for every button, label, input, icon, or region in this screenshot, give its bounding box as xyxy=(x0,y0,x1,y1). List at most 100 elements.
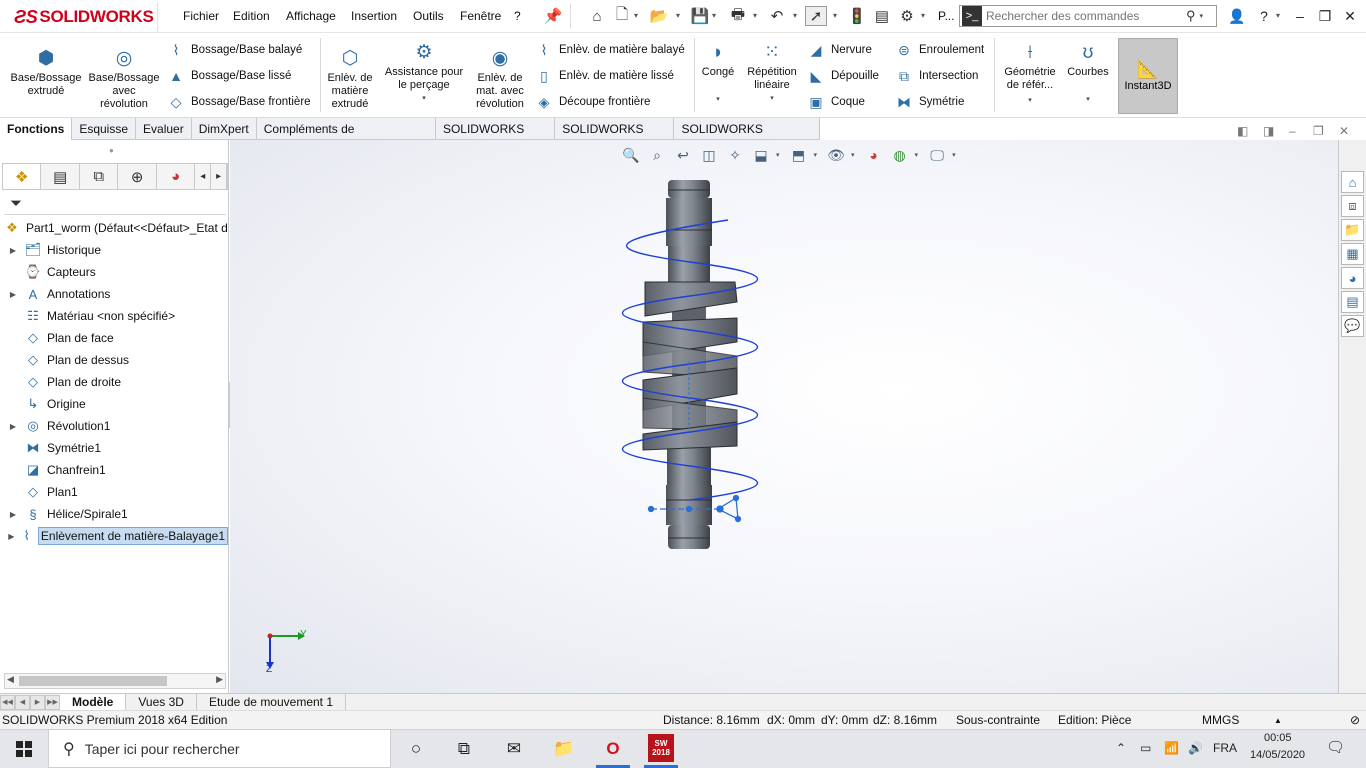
base-bossage-extrude-button[interactable]: ⬢ Base/Bossage extrudé xyxy=(6,46,86,98)
depouille-button[interactable]: ◣ Dépouille xyxy=(806,66,879,86)
battery-icon[interactable]: ▭ xyxy=(1140,741,1151,755)
open-dropdown-icon[interactable]: ▾ xyxy=(676,11,680,20)
solidworks-taskbar-icon[interactable]: SW 2018 xyxy=(648,734,674,762)
tabs-left-icon[interactable]: ◂ xyxy=(195,164,212,189)
volume-icon[interactable]: 🔊 xyxy=(1188,741,1203,755)
print-dropdown-icon[interactable]: ▾ xyxy=(753,11,757,20)
print-icon[interactable]: 🖶 xyxy=(727,6,749,26)
instant3d-button[interactable]: 📐 Instant3D xyxy=(1118,38,1178,114)
worm-model[interactable] xyxy=(230,140,1338,693)
open-folder-icon[interactable]: 📂 xyxy=(648,6,670,26)
geometrie-reference-button[interactable]: ⟊ Géométrie de référ... ▾ xyxy=(1000,40,1060,107)
tree-item[interactable]: ▶ ◎ Révolution1 xyxy=(0,415,228,437)
doc-next-icon[interactable]: ◨ xyxy=(1263,124,1274,138)
tree-item[interactable]: ▶ ⌇ Enlèvement de matière-Balayage1 xyxy=(0,525,228,547)
zoom-to-area-icon[interactable]: ⌕ xyxy=(646,145,668,165)
file-properties-icon[interactable]: ▤ xyxy=(871,6,893,26)
expand-arrow-icon[interactable]: ▶ xyxy=(7,510,19,519)
enlev-balaye-button[interactable]: ⌇ Enlèv. de matière balayé xyxy=(534,40,685,60)
tree-item[interactable]: ⧓ Symétrie1 xyxy=(0,437,228,459)
options-dropdown-icon[interactable]: ▾ xyxy=(921,11,925,20)
select-cursor-icon[interactable]: ➚ xyxy=(805,6,827,26)
notifications-icon[interactable]: 🗨 xyxy=(1326,738,1345,756)
tree-item[interactable]: ◇ Plan1 xyxy=(0,481,228,503)
clock-time[interactable]: 00:05 xyxy=(1264,732,1292,744)
reference-geometry-dropdown-icon[interactable]: ▾ xyxy=(1028,94,1032,107)
undo-icon[interactable]: ↶ xyxy=(766,6,788,26)
dynamic-annotation-icon[interactable]: ✧ xyxy=(724,145,746,165)
scroll-thumb[interactable] xyxy=(19,676,167,686)
tree-item[interactable]: ▶ § Hélice/Spirale1 xyxy=(0,503,228,525)
network-icon[interactable]: 📶 xyxy=(1164,741,1179,755)
options-gear-icon[interactable]: ⚙ xyxy=(896,6,918,26)
coque-button[interactable]: ▣ Coque xyxy=(806,92,865,112)
tab-esquisse[interactable]: Esquisse xyxy=(72,118,137,140)
display-style-dropdown-icon[interactable]: ▾ xyxy=(814,151,818,159)
windows-search-box[interactable]: ⚲ Taper ici pour rechercher xyxy=(48,729,391,768)
apply-scene-icon[interactable]: ◍ xyxy=(889,145,911,165)
mail-icon[interactable]: ✉ xyxy=(499,735,529,763)
nervure-button[interactable]: ◢ Nervure xyxy=(806,40,872,60)
clock-date[interactable]: 14/05/2020 xyxy=(1250,749,1305,761)
expand-arrow-icon[interactable]: ▶ xyxy=(7,422,19,431)
start-button[interactable] xyxy=(0,729,48,768)
menu-edition[interactable]: Edition xyxy=(233,9,270,23)
menu-fichier[interactable]: Fichier xyxy=(183,9,219,23)
previous-view-icon[interactable]: ↩ xyxy=(672,145,694,165)
menu-insertion[interactable]: Insertion xyxy=(351,9,397,23)
decoupe-frontiere-button[interactable]: ◈ Découpe frontière xyxy=(534,92,651,112)
intersection-button[interactable]: ⧉ Intersection xyxy=(894,66,978,86)
hole-wizard-dropdown-icon[interactable]: ▾ xyxy=(422,92,426,105)
pin-icon[interactable]: 📌 xyxy=(542,6,564,26)
solidworks-resources-icon[interactable]: ⌂ xyxy=(1341,171,1364,193)
solidworks-logo[interactable]: ƧS SOLIDWORKS xyxy=(14,6,154,28)
search-icon[interactable]: ⚲ xyxy=(1186,8,1196,24)
cortana-icon[interactable]: ○ xyxy=(401,735,431,763)
user-icon[interactable]: 👤 xyxy=(1226,6,1248,26)
close-icon[interactable]: ✕ xyxy=(1339,6,1361,26)
first-tab-icon[interactable]: ◀◀ xyxy=(0,694,15,710)
tray-expand-icon[interactable]: ⌃ xyxy=(1116,741,1126,755)
save-dropdown-icon[interactable]: ▾ xyxy=(712,11,716,20)
tree-item[interactable]: ◇ Plan de dessus xyxy=(0,349,228,371)
expand-arrow-icon[interactable]: ▶ xyxy=(7,290,19,299)
undo-dropdown-icon[interactable]: ▾ xyxy=(793,11,797,20)
unit-system-dropdown-icon[interactable]: ▲ xyxy=(1274,716,1282,725)
enlev-extrude-button[interactable]: ⬡ Enlèv. de matière extrudé xyxy=(324,46,376,111)
task-view-icon[interactable]: ⧉ xyxy=(449,735,479,763)
scroll-left-icon[interactable]: ◀ xyxy=(7,674,14,685)
new-document-icon[interactable]: 🗋 xyxy=(611,6,633,26)
bossage-frontiere-button[interactable]: ◇ Bossage/Base frontière xyxy=(166,92,311,112)
feature-tree-hscrollbar[interactable]: ◀ ▶ xyxy=(4,673,226,689)
restore-icon[interactable]: ❐ xyxy=(1314,6,1336,26)
minimize-icon[interactable]: – xyxy=(1289,6,1311,26)
appearances-scenes-icon[interactable]: ◕ xyxy=(1341,267,1364,289)
file-explorer-icon[interactable]: 📁 xyxy=(549,735,579,763)
opera-icon[interactable]: O xyxy=(598,735,628,763)
tab-etude-mouvement[interactable]: Etude de mouvement 1 xyxy=(197,693,347,711)
forum-icon[interactable]: 💬 xyxy=(1341,315,1364,337)
tree-item[interactable]: ▶ 🗂 Historique xyxy=(0,239,228,261)
graphics-area[interactable] xyxy=(230,140,1338,693)
help-dropdown-icon[interactable]: ▾ xyxy=(1276,11,1280,20)
status-resize-grip-icon[interactable]: ⊘ xyxy=(1350,713,1360,727)
language-indicator[interactable]: FRA xyxy=(1213,741,1237,755)
toolbar-overflow[interactable]: P... xyxy=(938,9,954,23)
curves-dropdown-icon[interactable]: ▾ xyxy=(1086,93,1090,106)
repetition-lineaire-button[interactable]: ⁙ Répétition linéaire ▾ xyxy=(742,40,802,105)
doc-prev-icon[interactable]: ◧ xyxy=(1237,124,1248,138)
menu-fenetre[interactable]: Fenêtre xyxy=(460,9,501,23)
new-dropdown-icon[interactable]: ▾ xyxy=(634,11,638,20)
command-search[interactable]: >_ ⚲ ▾ xyxy=(959,5,1217,27)
last-tab-icon[interactable]: ▶▶ xyxy=(45,694,60,710)
rebuild-traffic-light-icon[interactable]: 🚦 xyxy=(846,6,868,26)
tab-modele[interactable]: Modèle xyxy=(60,693,127,711)
featuremanager-tab-icon[interactable]: ❖ xyxy=(3,164,42,189)
help-icon[interactable]: ? xyxy=(1253,6,1275,26)
enroulement-button[interactable]: ⊜ Enroulement xyxy=(894,40,984,60)
propertymanager-tab-icon[interactable]: ▤ xyxy=(41,164,80,189)
home-icon[interactable]: ⌂ xyxy=(586,6,608,26)
panel-grip-icon[interactable]: ● xyxy=(109,146,117,155)
bossage-balaye-button[interactable]: ⌇ Bossage/Base balayé xyxy=(166,40,303,60)
pattern-dropdown-icon[interactable]: ▾ xyxy=(770,92,774,105)
